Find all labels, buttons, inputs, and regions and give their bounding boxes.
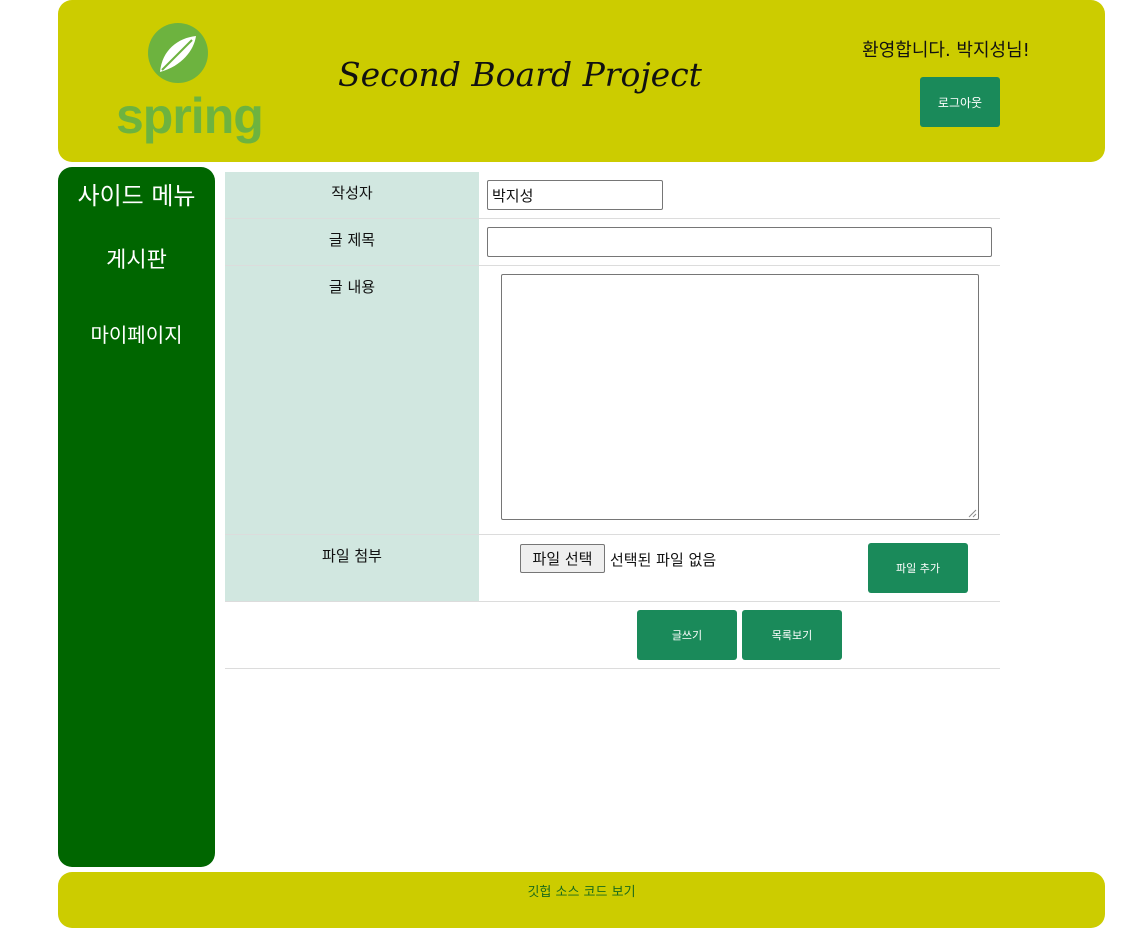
title-label: 글 제목 — [328, 231, 376, 249]
content-label: 글 내용 — [328, 278, 376, 296]
file-status-text: 선택된 파일 없음 — [610, 551, 717, 569]
site-header: spring Second Board Project 환영합니다. 박지성님!… — [58, 0, 1105, 162]
content-textarea[interactable] — [501, 274, 979, 520]
file-label-cell: 파일 첨부 — [225, 535, 479, 601]
sidebar-title: 사이드 메뉴 — [77, 182, 196, 210]
writer-label: 작성자 — [331, 184, 373, 202]
spring-leaf-icon — [148, 23, 208, 83]
sidebar: 사이드 메뉴 게시판 마이페이지 — [58, 167, 215, 867]
file-choose-button[interactable]: 파일 선택 — [520, 544, 605, 573]
form-row-file: 파일 첨부 파일 선택 선택된 파일 없음 파일 추가 — [225, 535, 1000, 602]
file-label: 파일 첨부 — [322, 547, 382, 565]
content-label-cell: 글 내용 — [225, 266, 479, 534]
writer-label-cell: 작성자 — [225, 172, 479, 218]
sidebar-item-board[interactable]: 게시판 — [58, 247, 215, 275]
spring-logo-text: spring — [116, 88, 264, 144]
form-row-title: 글 제목 — [225, 219, 1000, 266]
form-row-actions: 글쓰기 목록보기 — [225, 602, 1000, 669]
write-button[interactable]: 글쓰기 — [637, 610, 737, 660]
title-label-cell: 글 제목 — [225, 219, 479, 265]
resize-handle-icon[interactable] — [967, 508, 977, 518]
writer-field[interactable] — [487, 180, 663, 210]
welcome-message: 환영합니다. 박지성님! — [862, 40, 1030, 61]
site-footer: 깃헙 소스 코드 보기 — [58, 872, 1105, 928]
logout-button[interactable]: 로그아웃 — [920, 77, 1000, 127]
add-file-button[interactable]: 파일 추가 — [868, 543, 968, 593]
form-row-writer: 작성자 — [225, 172, 1000, 219]
list-button[interactable]: 목록보기 — [742, 610, 842, 660]
write-form-table: 작성자 글 제목 글 내용 파일 첨부 파일 선택 선택된 파일 없음 파일 추… — [225, 172, 1000, 669]
site-title: Second Board Project — [338, 55, 702, 94]
sidebar-item-mypage[interactable]: 마이페이지 — [58, 322, 215, 348]
spring-logo[interactable]: spring — [116, 20, 264, 145]
github-source-link[interactable]: 깃헙 소스 코드 보기 — [58, 881, 1105, 900]
form-row-content: 글 내용 — [225, 266, 1000, 535]
title-field[interactable] — [487, 227, 992, 257]
